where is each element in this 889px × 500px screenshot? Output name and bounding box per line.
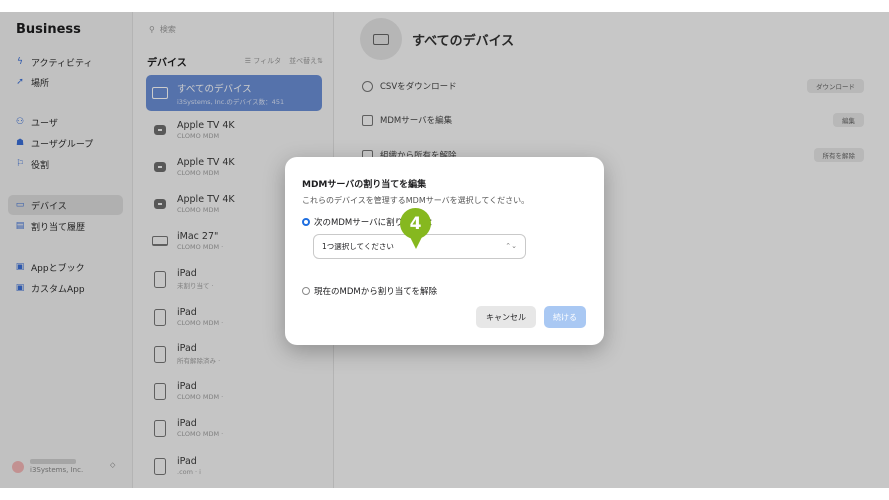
step-marker: 4 (400, 208, 431, 252)
radio-unselected-icon[interactable] (302, 287, 310, 295)
dialog-description: これらのデバイスを管理するMDMサーバを選択してください。 (302, 196, 530, 205)
dialog-title: MDMサーバの割り当てを編集 (302, 180, 427, 190)
cancel-button[interactable]: キャンセル (476, 306, 536, 328)
continue-button[interactable]: 続ける (544, 306, 586, 328)
step-marker-pointer (409, 235, 423, 249)
unassign-radio-label: 現在のMDMから割り当てを解除 (314, 287, 438, 297)
radio-selected-icon[interactable] (302, 218, 310, 226)
app-window: Business ϟ アクティビティ ➚ 場所 ⚇ ユーザ ☗ ユーザグループ … (0, 12, 889, 488)
unassign-radio-option[interactable]: 現在のMDMから割り当てを解除 (302, 285, 437, 297)
select-value: 1つ選択してください (322, 242, 394, 251)
edit-mdm-assignment-dialog: MDMサーバの割り当てを編集 これらのデバイスを管理するMDMサーバを選択してく… (285, 157, 604, 345)
chevron-updown-icon: ⌃⌄ (505, 242, 517, 250)
